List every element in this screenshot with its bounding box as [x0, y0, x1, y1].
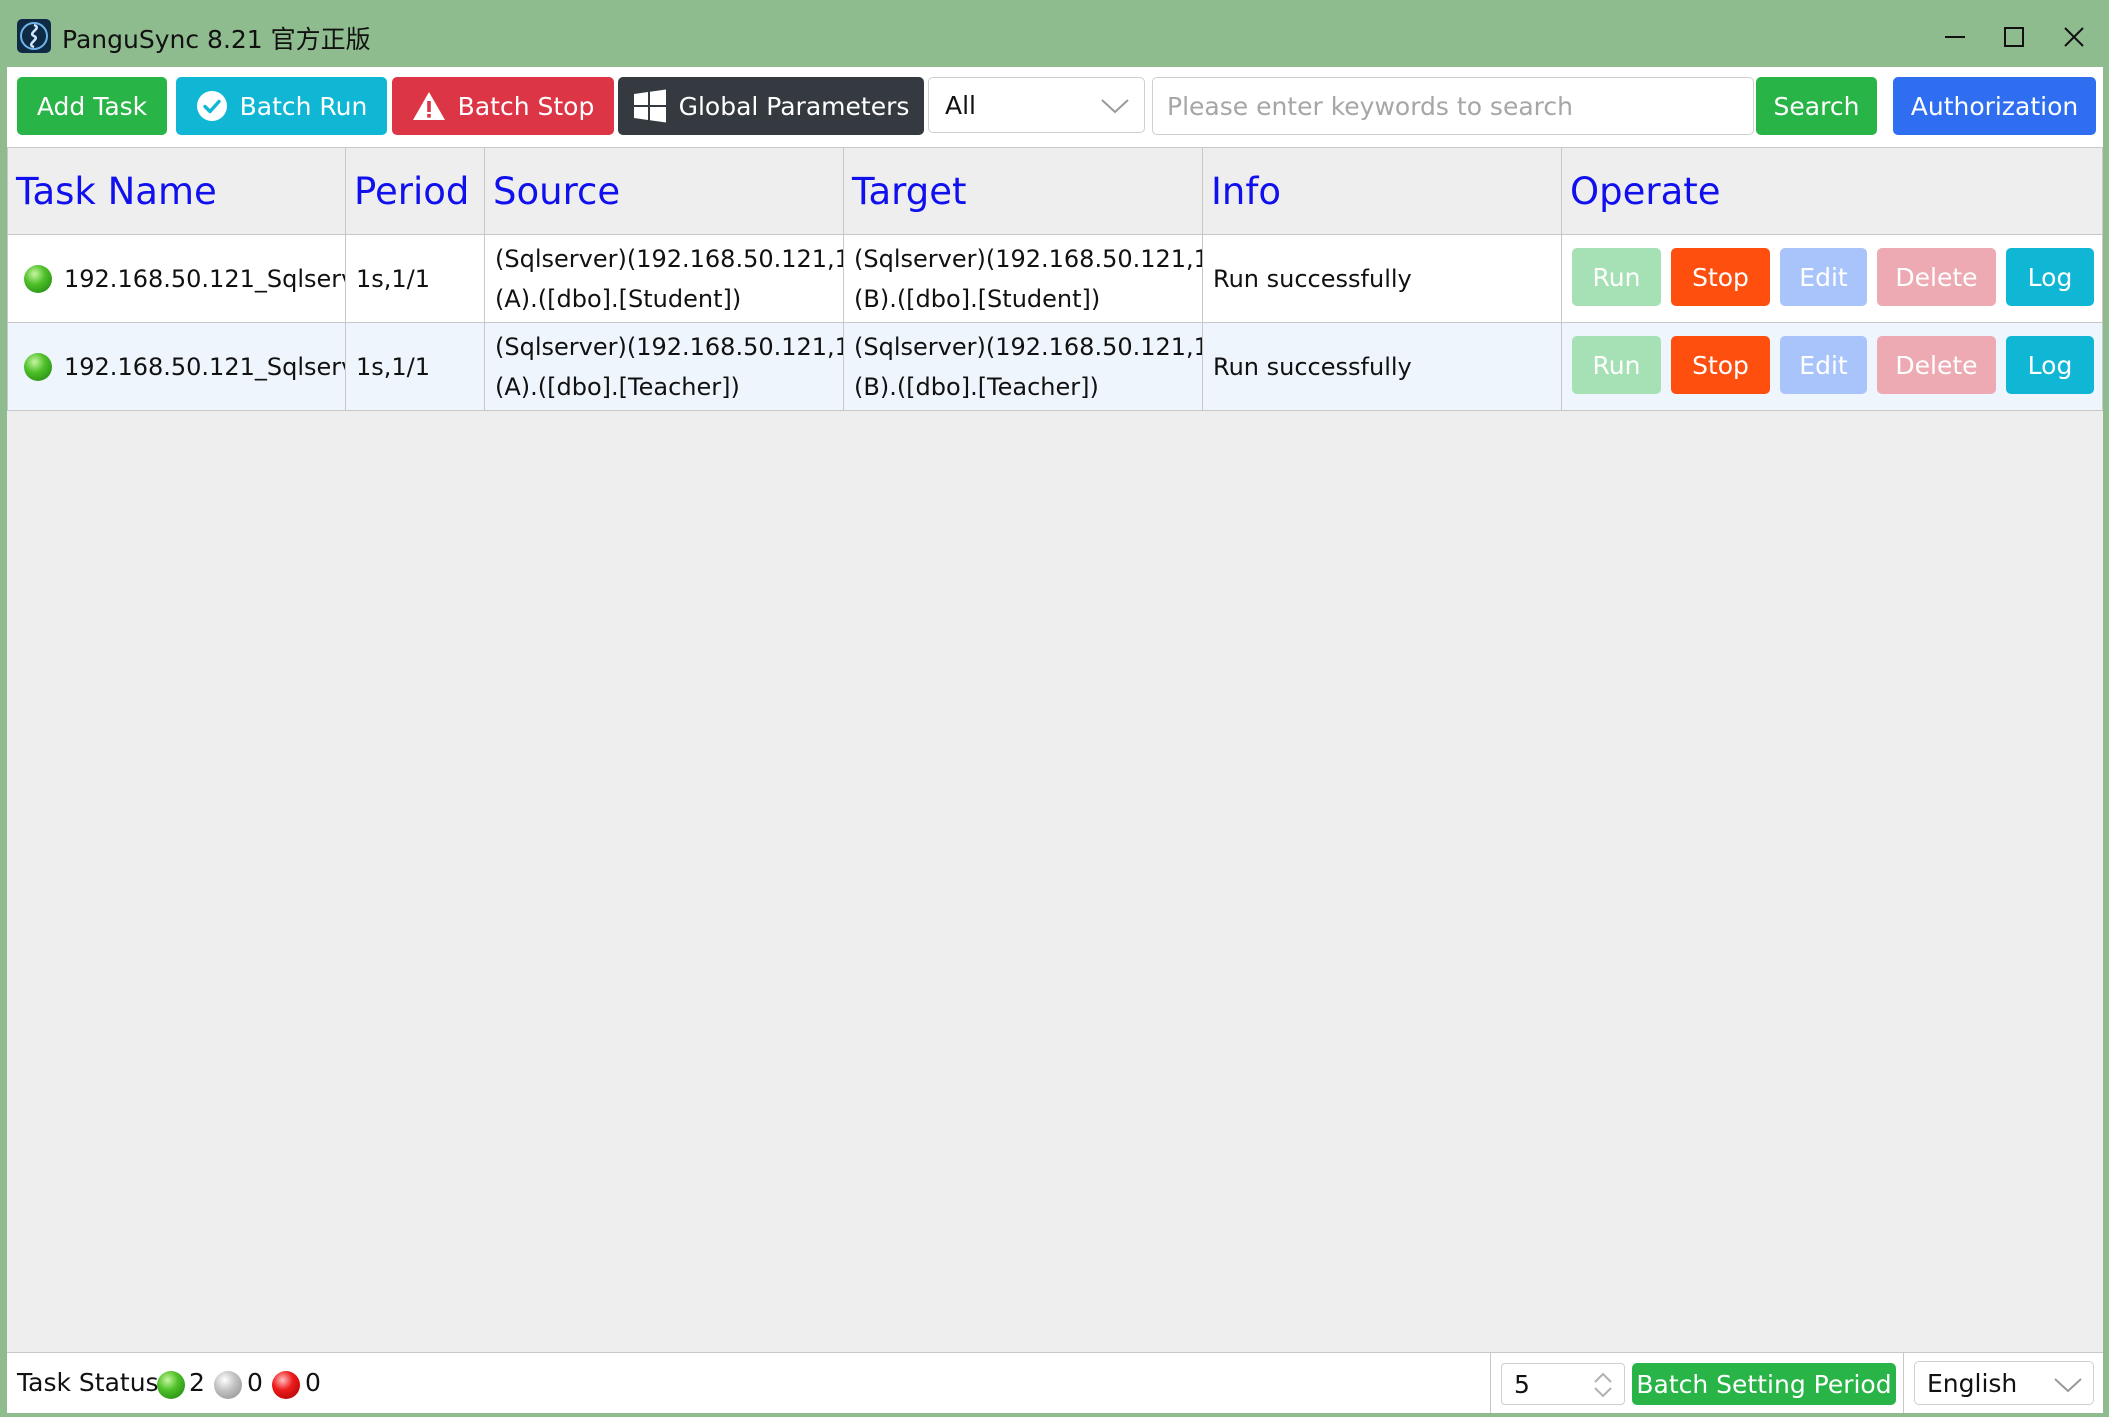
global-parameters-label: Global Parameters: [678, 91, 910, 121]
source-line1: (Sqlserver)(192.168.50.121,14:: [495, 244, 844, 273]
windows-logo-icon: [633, 89, 666, 123]
log-button[interactable]: Log: [2006, 248, 2094, 306]
column-header-period[interactable]: Period: [346, 147, 485, 235]
chevron-down-icon: [2054, 1378, 2082, 1393]
task-status-label: Task Status: [17, 1368, 159, 1397]
delete-button[interactable]: Delete: [1877, 336, 1996, 394]
batch-run-button[interactable]: Batch Run: [176, 77, 387, 135]
divider: [1490, 1353, 1491, 1413]
table-row[interactable]: 192.168.50.121_Sqlserve 1s,1/1 (Sqlserve…: [7, 323, 2103, 411]
batch-stop-label: Batch Stop: [457, 91, 595, 121]
table-row[interactable]: 192.168.50.121_Sqlserve 1s,1/1 (Sqlserve…: [7, 235, 2103, 323]
log-button[interactable]: Log: [2006, 336, 2094, 394]
period-cell: 1s,1/1: [346, 235, 485, 323]
search-input[interactable]: [1152, 77, 1754, 135]
period-stepper[interactable]: 5: [1501, 1363, 1625, 1405]
stepper-arrows-icon[interactable]: [1592, 1370, 1614, 1400]
column-header-target[interactable]: Target: [844, 147, 1203, 235]
main-panel: Add Task Batch Run Batch Stop Global Par…: [7, 67, 2103, 1413]
running-status-icon: [157, 1371, 185, 1399]
chevron-down-icon: [1101, 99, 1129, 114]
run-button[interactable]: Run: [1572, 248, 1661, 306]
edit-button[interactable]: Edit: [1780, 336, 1867, 394]
target-line1: (Sqlserver)(192.168.50.121,14:: [854, 332, 1203, 361]
task-name: 192.168.50.121_Sqlserve: [64, 264, 346, 293]
target-cell: (Sqlserver)(192.168.50.121,14: (B).([dbo…: [844, 323, 1203, 411]
source-line2: (A).([dbo].[Student]): [495, 284, 742, 313]
title-bar[interactable]: PanguSync 8.21 官方正版: [0, 0, 2109, 67]
authorization-label: Authorization: [1910, 91, 2079, 121]
language-dropdown[interactable]: English: [1914, 1361, 2094, 1405]
run-button[interactable]: Run: [1572, 336, 1661, 394]
error-count: 0: [305, 1368, 321, 1397]
toolbar: Add Task Batch Run Batch Stop Global Par…: [7, 67, 2103, 147]
column-header-source[interactable]: Source: [485, 147, 844, 235]
global-parameters-button[interactable]: Global Parameters: [618, 77, 924, 135]
search-label: Search: [1773, 91, 1860, 121]
maximize-icon: [2004, 27, 2024, 47]
target-line1: (Sqlserver)(192.168.50.121,14:: [854, 244, 1203, 273]
source-cell: (Sqlserver)(192.168.50.121,14: (A).([dbo…: [485, 235, 844, 323]
error-status-icon: [272, 1371, 300, 1399]
column-header-info[interactable]: Info: [1203, 147, 1562, 235]
check-circle-icon: [196, 91, 227, 121]
task-name-cell: 192.168.50.121_Sqlserve: [7, 235, 346, 323]
search-button[interactable]: Search: [1756, 77, 1877, 135]
period-stepper-value: 5: [1514, 1370, 1530, 1399]
source-line1: (Sqlserver)(192.168.50.121,14:: [495, 332, 844, 361]
task-name-cell: 192.168.50.121_Sqlserve: [7, 323, 346, 411]
running-count: 2: [189, 1368, 205, 1397]
operate-cell: Run Stop Edit Delete Log: [1562, 323, 2103, 411]
column-header-task-name[interactable]: Task Name: [7, 147, 346, 235]
info-cell: Run successfully: [1203, 323, 1562, 411]
stopped-status-icon: [214, 1371, 242, 1399]
column-header-operate[interactable]: Operate: [1562, 147, 2103, 235]
stop-button[interactable]: Stop: [1671, 248, 1770, 306]
window-title: PanguSync 8.21 官方正版: [62, 25, 371, 54]
batch-stop-button[interactable]: Batch Stop: [392, 77, 614, 135]
stop-button[interactable]: Stop: [1671, 336, 1770, 394]
minimize-icon: [1945, 36, 1965, 38]
add-task-label: Add Task: [36, 91, 148, 121]
status-running-icon: [24, 264, 52, 293]
close-button[interactable]: [2049, 17, 2099, 57]
maximize-button[interactable]: [1989, 17, 2039, 57]
task-name: 192.168.50.121_Sqlserve: [64, 352, 346, 381]
batch-setting-period-button[interactable]: Batch Setting Period: [1632, 1363, 1896, 1405]
status-bar: Task Status 2 0 0 5 Batch Setting Period…: [7, 1352, 2103, 1413]
language-value: English: [1927, 1368, 2018, 1398]
source-cell: (Sqlserver)(192.168.50.121,14: (A).([dbo…: [485, 323, 844, 411]
info-cell: Run successfully: [1203, 235, 1562, 323]
delete-button[interactable]: Delete: [1877, 248, 1996, 306]
close-icon: [2064, 27, 2084, 47]
period-cell: 1s,1/1: [346, 323, 485, 411]
target-line2: (B).([dbo].[Student]): [854, 284, 1101, 313]
app-logo-icon: [17, 19, 51, 53]
app-window: PanguSync 8.21 官方正版 Add Task Batch Run B…: [0, 0, 2109, 1417]
status-running-icon: [24, 352, 52, 381]
table-header: Task Name Period Source Target Info Oper…: [7, 147, 2103, 235]
filter-dropdown[interactable]: All: [928, 77, 1145, 133]
operate-cell: Run Stop Edit Delete Log: [1562, 235, 2103, 323]
authorization-button[interactable]: Authorization: [1893, 77, 2096, 135]
batch-run-label: Batch Run: [239, 91, 368, 121]
target-cell: (Sqlserver)(192.168.50.121,14: (B).([dbo…: [844, 235, 1203, 323]
divider: [1903, 1353, 1904, 1413]
add-task-button[interactable]: Add Task: [17, 77, 167, 135]
warning-icon: [412, 92, 445, 120]
stopped-count: 0: [247, 1368, 263, 1397]
batch-setting-period-label: Batch Setting Period: [1636, 1369, 1892, 1399]
source-line2: (A).([dbo].[Teacher]): [495, 372, 740, 401]
minimize-button[interactable]: [1930, 17, 1980, 57]
target-line2: (B).([dbo].[Teacher]): [854, 372, 1099, 401]
filter-value: All: [945, 90, 976, 120]
edit-button[interactable]: Edit: [1780, 248, 1867, 306]
